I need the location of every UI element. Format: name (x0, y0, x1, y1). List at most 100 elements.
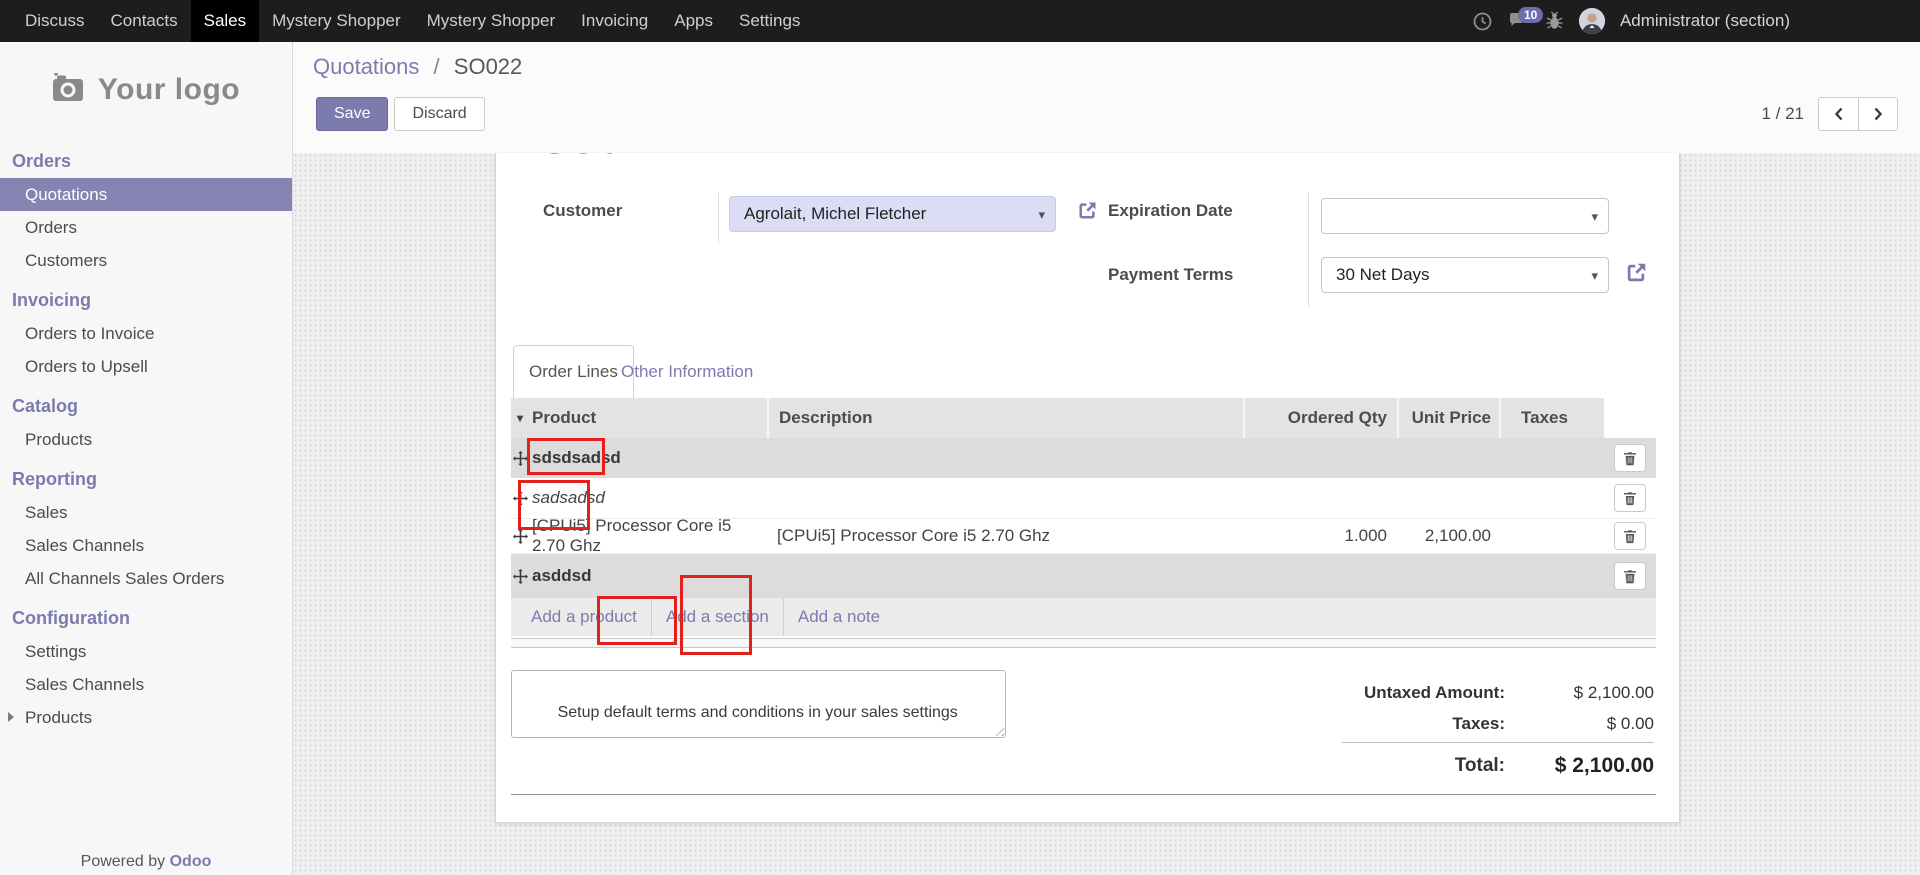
messages-icon[interactable]: 10 (1508, 11, 1530, 31)
drag-handle-icon[interactable] (511, 478, 529, 518)
column-header-description[interactable]: Description (767, 398, 1243, 438)
payment-terms-field[interactable]: 30 Net Days ▾ (1321, 257, 1609, 293)
sidebar-item-sales-channels-config[interactable]: Sales Channels (0, 668, 292, 701)
total-value: $ 2,100.00 (1505, 747, 1654, 785)
powered-by-text: Powered by (81, 853, 166, 870)
section-title-invoicing: Invoicing (0, 284, 292, 317)
qty-cell (1243, 478, 1397, 518)
description-cell (767, 554, 1243, 598)
user-name[interactable]: Administrator (section) (1620, 11, 1790, 31)
sidebar-item-sales-channels-report[interactable]: Sales Channels (0, 529, 292, 562)
customer-value: Agrolait, Michel Fletcher (744, 204, 926, 224)
expiration-date-field[interactable]: ▾ (1321, 198, 1609, 234)
sidebar-item-customers[interactable]: Customers (0, 244, 292, 277)
terms-placeholder-text: Setup default terms and conditions in yo… (522, 704, 958, 738)
drag-handle-icon[interactable] (511, 438, 529, 478)
user-avatar[interactable] (1579, 8, 1605, 34)
nav-item-settings[interactable]: Settings (726, 0, 813, 42)
top-navbar: Discuss Contacts Sales Mystery Shopper M… (0, 0, 1920, 42)
drag-handle-icon[interactable] (511, 519, 529, 553)
nav-item-mystery-shopper-1[interactable]: Mystery Shopper (259, 0, 414, 42)
customer-external-link-icon[interactable] (1076, 199, 1099, 227)
sidebar-item-quotations[interactable]: Quotations (0, 178, 292, 211)
section-title-configuration: Configuration (0, 602, 292, 635)
sidebar-item-products[interactable]: Products (0, 423, 292, 456)
terms-and-conditions-textarea[interactable]: Setup default terms and conditions in yo… (511, 670, 1006, 738)
camera-icon (52, 73, 86, 108)
horizontal-scrollbar[interactable] (511, 638, 1656, 648)
column-header-product[interactable]: Product (529, 398, 767, 438)
save-button[interactable]: Save (316, 97, 388, 131)
column-header-taxes[interactable]: Taxes (1499, 398, 1604, 438)
expiration-date-label: Expiration Date (1108, 201, 1233, 221)
add-a-section-link[interactable]: Add a section (652, 605, 783, 629)
odoo-brand-link[interactable]: Odoo (170, 853, 212, 870)
description-cell (767, 478, 1243, 518)
qty-cell[interactable]: 1.000 (1243, 519, 1397, 553)
activities-clock-icon[interactable] (1472, 11, 1493, 32)
nav-item-invoicing[interactable]: Invoicing (568, 0, 661, 42)
qty-cell (1243, 438, 1397, 478)
optional-columns-caret-icon[interactable]: ▾ (511, 398, 529, 438)
nav-item-contacts[interactable]: Contacts (98, 0, 191, 42)
chevron-right-icon[interactable] (8, 712, 14, 722)
pager-next-button[interactable] (1858, 97, 1898, 131)
control-panel: Quotations / SO022 Save Discard 1 / 21 (293, 42, 1920, 153)
note-text-cell[interactable]: sadsadsd (529, 478, 767, 518)
table-row-section-2[interactable]: asddsd (511, 554, 1656, 598)
table-row-section-1[interactable]: sdsdsadsd (511, 438, 1656, 478)
form-buttons: Save Discard (316, 97, 485, 131)
taxes-cell[interactable] (1499, 519, 1604, 553)
section-title-reporting: Reporting (0, 463, 292, 496)
taxes-cell (1499, 554, 1604, 598)
sidebar-item-orders[interactable]: Orders (0, 211, 292, 244)
description-cell (767, 438, 1243, 478)
sidebar-item-settings[interactable]: Settings (0, 635, 292, 668)
sidebar-item-all-channels-sales-orders[interactable]: All Channels Sales Orders (0, 562, 292, 595)
sidebar-item-sales-report[interactable]: Sales (0, 496, 292, 529)
delete-row-button[interactable] (1614, 522, 1646, 550)
company-logo[interactable]: Your logo (0, 42, 292, 138)
odoo-sales-quotation-page: Discuss Contacts Sales Mystery Shopper M… (0, 0, 1920, 875)
tab-order-lines[interactable]: Order Lines (513, 345, 634, 398)
nav-item-discuss[interactable]: Discuss (12, 0, 98, 42)
section-name-cell[interactable]: sdsdsadsd (529, 438, 767, 478)
column-header-unit-price[interactable]: Unit Price (1397, 398, 1499, 438)
nav-item-sales[interactable]: Sales (191, 0, 260, 42)
debug-bug-icon[interactable] (1545, 11, 1564, 31)
record-pager: 1 / 21 (1761, 97, 1898, 131)
delete-row-button[interactable] (1614, 562, 1646, 590)
price-cell (1397, 554, 1499, 598)
record-title-clipped: SO022 (541, 153, 841, 163)
add-a-note-link[interactable]: Add a note (784, 605, 894, 629)
product-cell[interactable]: [CPUi5] Processor Core i5 2.70 Ghz (529, 519, 767, 553)
order-lines-table: ▾ Product Description Ordered Qty Unit P… (511, 398, 1656, 648)
drag-handle-icon[interactable] (511, 554, 529, 598)
column-header-ordered-qty[interactable]: Ordered Qty (1243, 398, 1397, 438)
payment-terms-external-link-icon[interactable] (1624, 260, 1649, 290)
delete-row-button[interactable] (1614, 484, 1646, 512)
description-cell[interactable]: [CPUi5] Processor Core i5 2.70 Ghz (767, 519, 1243, 553)
sidebar-item-orders-to-upsell[interactable]: Orders to Upsell (0, 350, 292, 383)
section-name-cell[interactable]: asddsd (529, 554, 767, 598)
table-row-note[interactable]: sadsadsd (511, 478, 1656, 518)
nav-item-apps[interactable]: Apps (661, 0, 726, 42)
breadcrumb-quotations-link[interactable]: Quotations (313, 54, 419, 79)
sidebar-item-products-config[interactable]: Products (0, 701, 292, 734)
delete-row-button[interactable] (1614, 444, 1646, 472)
price-cell[interactable]: 2,100.00 (1397, 519, 1499, 553)
totals-divider (1342, 742, 1654, 743)
tab-other-information[interactable]: Other Information (621, 345, 753, 398)
nav-item-mystery-shopper-2[interactable]: Mystery Shopper (414, 0, 569, 42)
pager-previous-button[interactable] (1818, 97, 1858, 131)
table-add-row: Add a product Add a section Add a note (511, 598, 1656, 636)
qty-cell (1243, 554, 1397, 598)
taxes-value: $ 0.00 (1505, 708, 1654, 739)
sidebar-item-orders-to-invoice[interactable]: Orders to Invoice (0, 317, 292, 350)
resize-grip-icon[interactable] (992, 724, 1004, 736)
table-row-product[interactable]: [CPUi5] Processor Core i5 2.70 Ghz [CPUi… (511, 518, 1656, 554)
totals-block: Untaxed Amount: $ 2,100.00 Taxes: $ 0.00… (1342, 677, 1654, 785)
add-a-product-link[interactable]: Add a product (511, 605, 651, 629)
discard-button[interactable]: Discard (394, 97, 484, 131)
customer-field[interactable]: Agrolait, Michel Fletcher ▾ (729, 196, 1056, 232)
